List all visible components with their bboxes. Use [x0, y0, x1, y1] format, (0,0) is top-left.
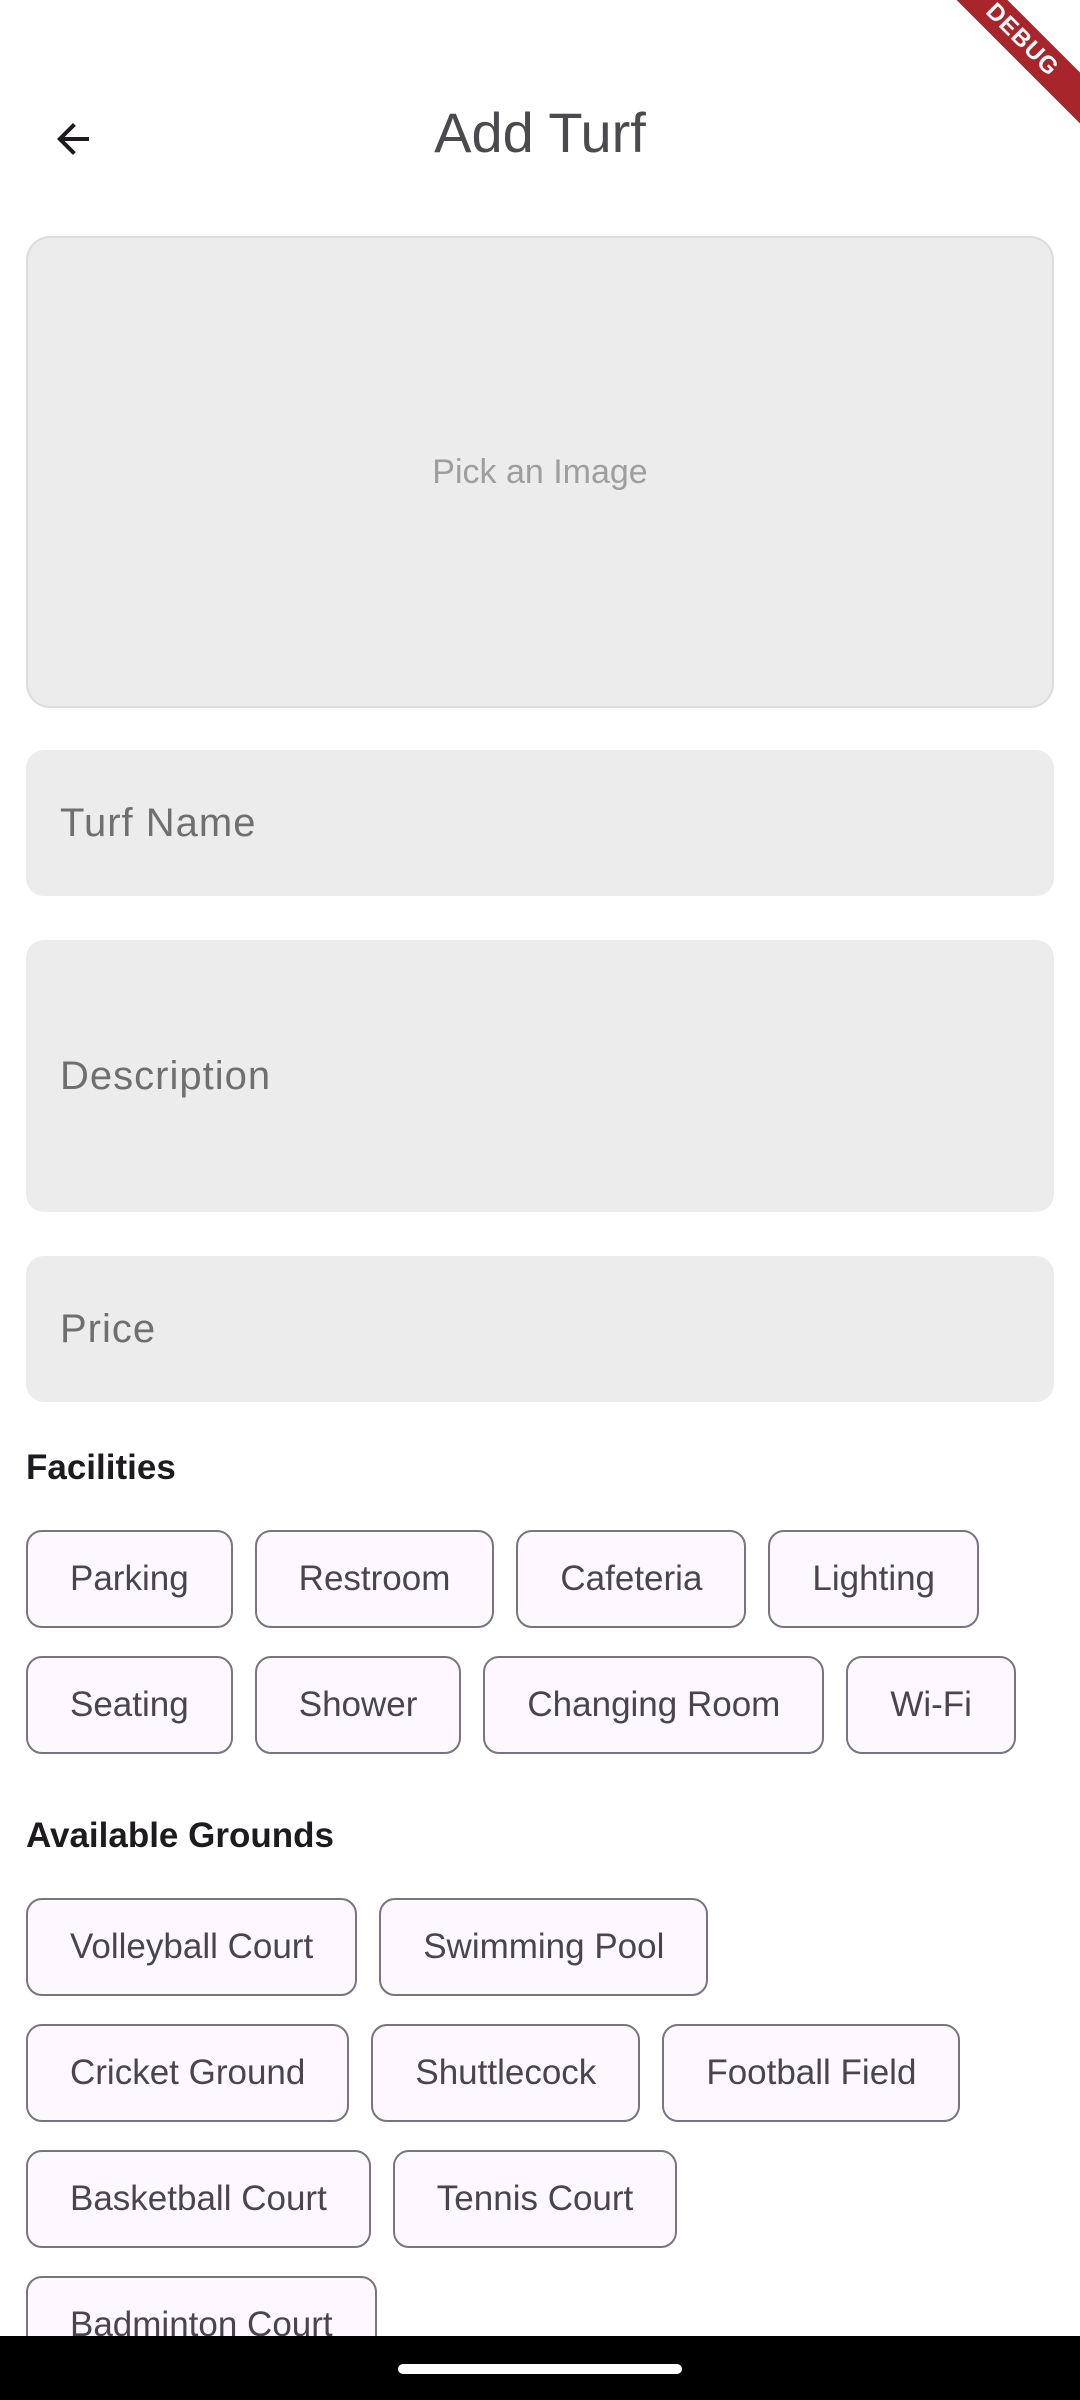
description-input[interactable] — [58, 1052, 1054, 1100]
description-field[interactable] — [26, 940, 1054, 1212]
ground-chip-swimming-pool[interactable]: Swimming Pool — [379, 1898, 709, 1996]
system-navigation-bar — [0, 2336, 1080, 2400]
facilities-row: Parking Restroom Cafeteria Lighting — [26, 1530, 980, 1628]
grounds-row: Cricket Ground Shuttlecock Football Fiel… — [26, 2024, 961, 2122]
ground-chip-volleyball-court[interactable]: Volleyball Court — [26, 1898, 358, 1996]
ground-chip-football-field[interactable]: Football Field — [662, 2024, 961, 2122]
facilities-heading: Facilities — [26, 1448, 176, 1487]
price-field[interactable] — [26, 1256, 1054, 1402]
facility-chip-shower[interactable]: Shower — [254, 1656, 462, 1754]
home-gesture-handle[interactable] — [398, 2364, 682, 2374]
ground-chip-shuttlecock[interactable]: Shuttlecock — [371, 2024, 641, 2122]
ground-chip-cricket-ground[interactable]: Cricket Ground — [26, 2024, 350, 2122]
available-grounds-heading: Available Grounds — [26, 1816, 334, 1855]
facilities-row: Seating Shower Changing Room Wi-Fi — [26, 1656, 1016, 1754]
facility-chip-wifi[interactable]: Wi-Fi — [846, 1656, 1016, 1754]
page-title: Add Turf — [434, 101, 646, 164]
app-bar: Add Turf — [0, 0, 1080, 190]
grounds-row: Basketball Court Tennis Court — [26, 2150, 678, 2248]
facility-chip-restroom[interactable]: Restroom — [254, 1530, 495, 1628]
image-picker[interactable]: Pick an Image — [26, 236, 1054, 708]
ground-chip-tennis-court[interactable]: Tennis Court — [392, 2150, 678, 2248]
facility-chip-seating[interactable]: Seating — [26, 1656, 233, 1754]
grounds-row: Volleyball Court Swimming Pool — [26, 1898, 709, 1996]
ground-chip-basketball-court[interactable]: Basketball Court — [26, 2150, 371, 2248]
turf-name-input[interactable] — [58, 799, 1054, 847]
facility-chip-parking[interactable]: Parking — [26, 1530, 233, 1628]
image-picker-label: Pick an Image — [432, 452, 648, 491]
facility-chip-lighting[interactable]: Lighting — [768, 1530, 980, 1628]
price-input[interactable] — [58, 1305, 1054, 1353]
turf-name-field[interactable] — [26, 750, 1054, 896]
facility-chip-cafeteria[interactable]: Cafeteria — [516, 1530, 747, 1628]
facility-chip-changing-room[interactable]: Changing Room — [483, 1656, 825, 1754]
